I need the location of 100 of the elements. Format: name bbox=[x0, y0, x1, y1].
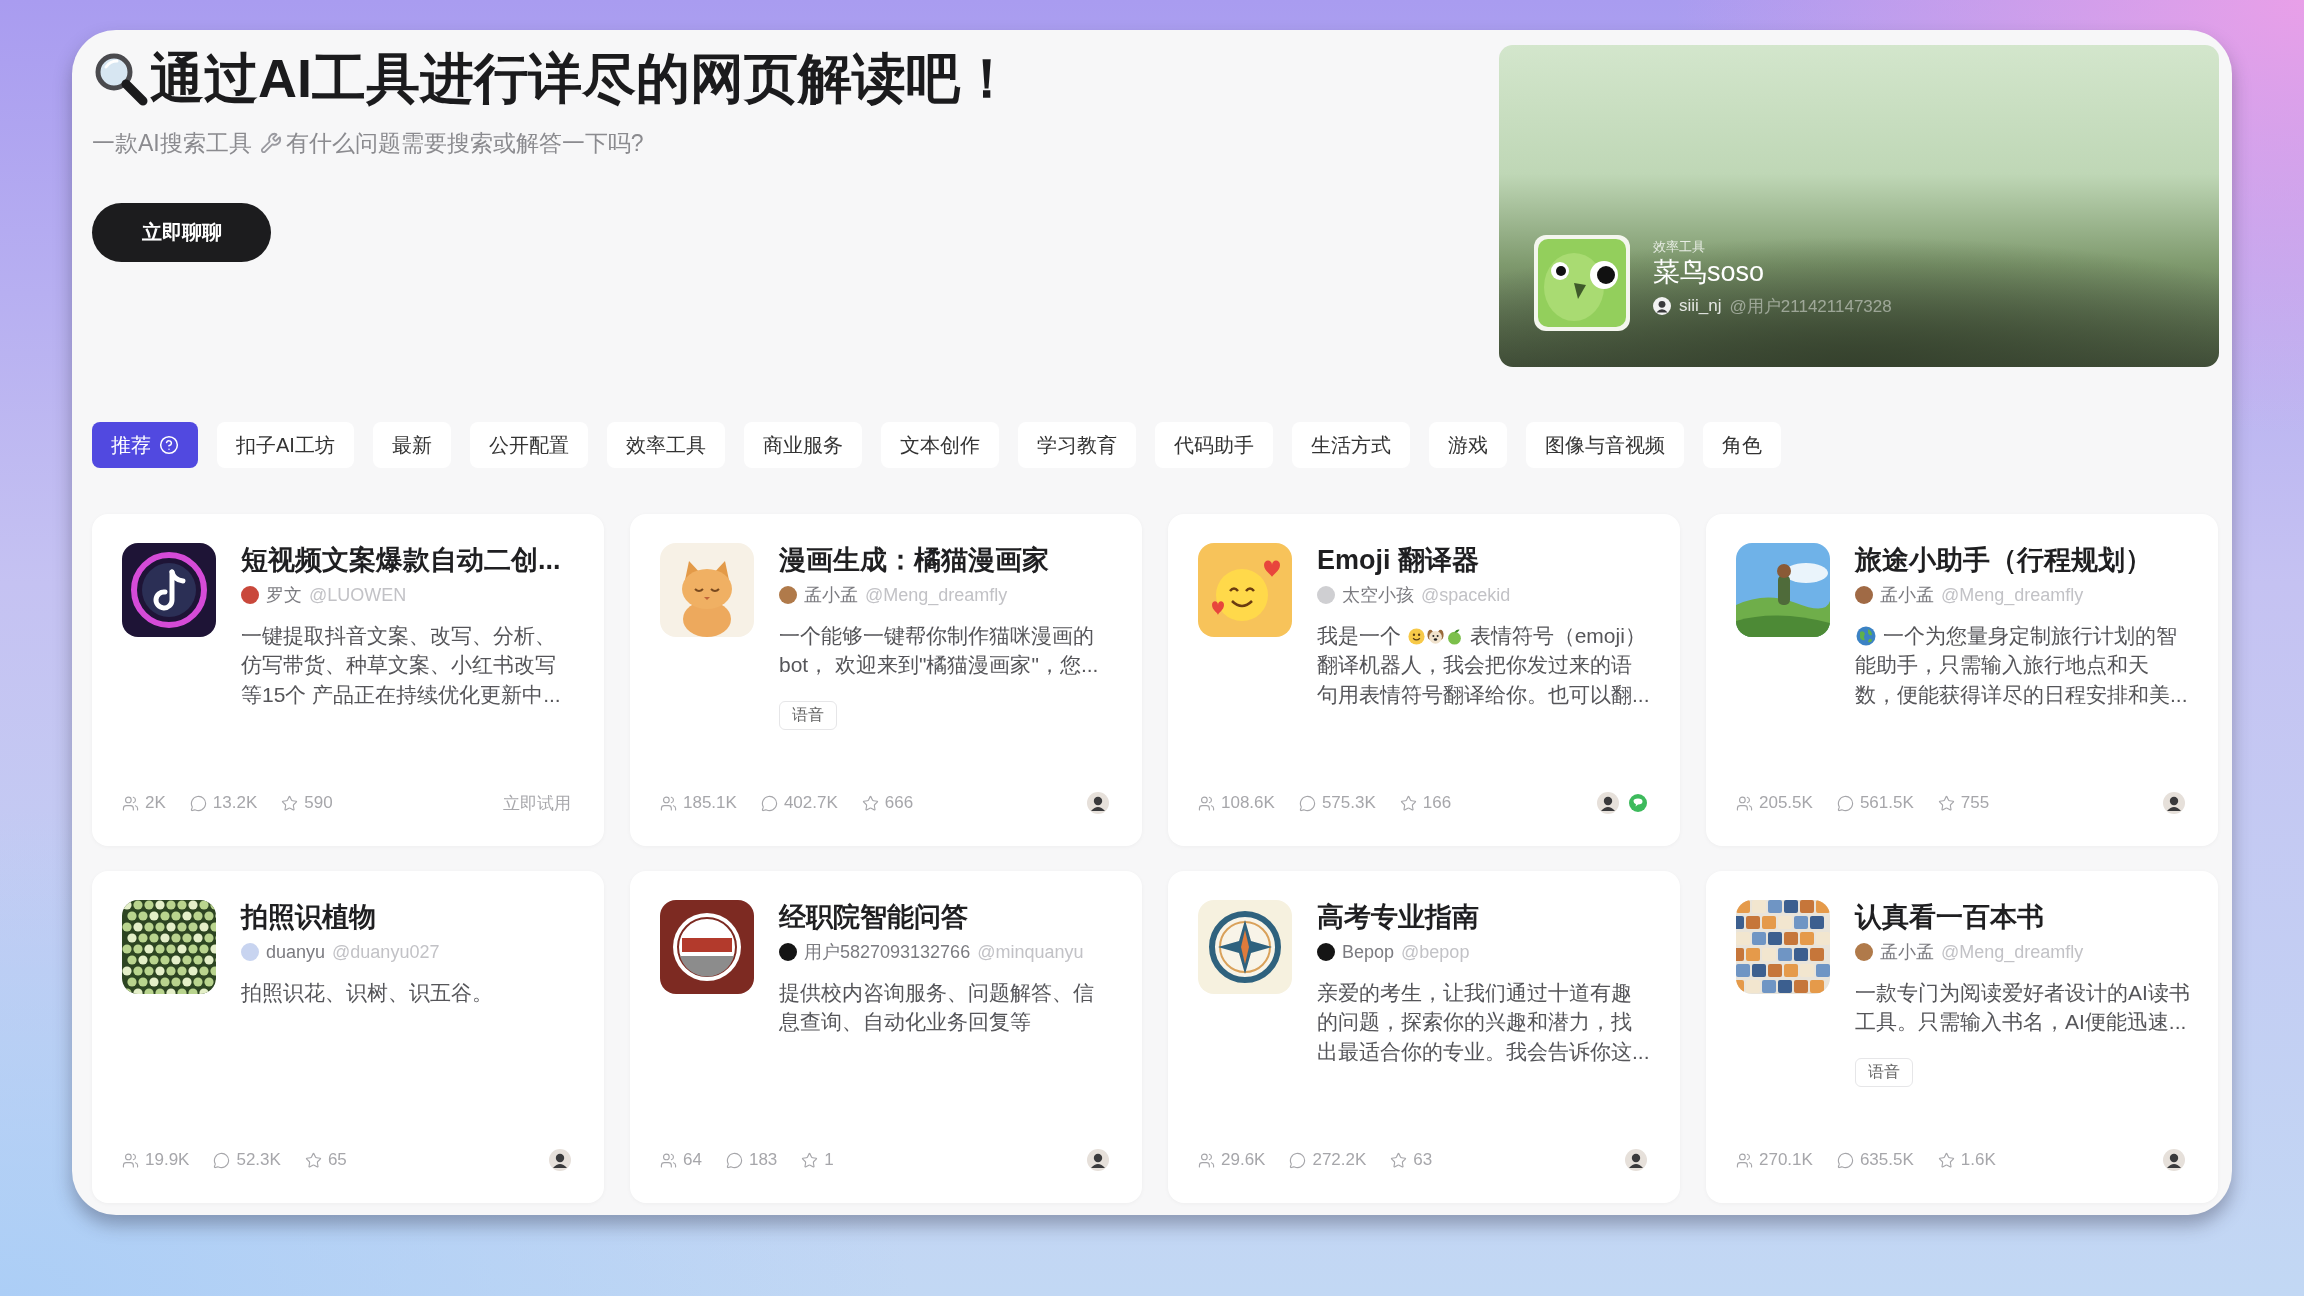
wrench-icon bbox=[259, 132, 282, 154]
user-count: 205.5K bbox=[1759, 793, 1813, 813]
author-name: 罗文 bbox=[266, 584, 302, 607]
star-icon bbox=[1399, 794, 1417, 812]
bot-card[interactable]: 认真看一百本书 孟小孟 @Meng_dreamfly 一款专门为阅读爱好者设计的AI读书工具。只需输入书名，AI便能迅速... 语音 270.1K 635.5K 1.6K bbox=[1706, 871, 2218, 1203]
author-name: 孟小孟 bbox=[1880, 584, 1934, 607]
smiley-icon bbox=[1407, 628, 1425, 645]
bot-card[interactable]: 拍照识植物 duanyu @duanyu027 拍照识花、识树、识五谷。 19.9K 52.3K 65 bbox=[92, 871, 604, 1203]
user-avatar bbox=[2163, 1149, 2185, 1171]
author-name: 孟小孟 bbox=[804, 584, 858, 607]
author-name: siii_nj bbox=[1679, 296, 1722, 316]
chat-icon bbox=[1289, 1151, 1307, 1169]
category-tab[interactable]: 商业服务 bbox=[743, 422, 862, 468]
author-avatar bbox=[1855, 586, 1873, 604]
voice-tag: 语音 bbox=[779, 700, 837, 730]
user-avatar bbox=[1597, 792, 1619, 814]
chat-icon bbox=[760, 794, 778, 812]
card-description: 一个为您量身定制旅行计划的智能助手，只需输入旅行地点和天数，便能获得详尽的日程安排和美... bbox=[1855, 623, 2189, 708]
users-icon bbox=[122, 1151, 139, 1169]
card-description: 亲爱的考生，让我们通过十道有趣的问题，探索你的兴趣和潜力，找出最适合你的专业。我会告诉你这... bbox=[1317, 980, 1651, 1065]
author-name: 太空小孩 bbox=[1342, 584, 1414, 607]
user-count: 185.1K bbox=[683, 793, 737, 813]
author-handle: @spacekid bbox=[1421, 584, 1511, 606]
star-icon bbox=[1937, 794, 1955, 812]
user-avatar bbox=[1625, 1149, 1647, 1171]
author-name: duanyu bbox=[266, 941, 326, 963]
category-tab[interactable]: 游戏 bbox=[1428, 422, 1507, 468]
author-handle: @Meng_dreamfly bbox=[1941, 584, 2084, 606]
author-handle: @minquanyu bbox=[977, 941, 1084, 963]
favorite-count: 666 bbox=[884, 793, 914, 813]
users-icon bbox=[122, 794, 139, 812]
star-icon bbox=[801, 1151, 819, 1169]
author-handle: @bepop bbox=[1401, 941, 1470, 963]
chat-icon bbox=[189, 794, 207, 812]
bot-card[interactable]: 经职院智能问答 用户5827093132766 @minquanyu 提供校内咨询服务、问题解答、信息查询、自动化业务回复等 64 183 1 bbox=[630, 871, 1142, 1203]
card-description: 一键提取抖音文案、改写、分析、仿写带货、种草文案、小红书改写等15个 产品正在持续优化更新中... bbox=[241, 623, 562, 708]
card-description: 一款专门为阅读爱好者设计的AI读书工具。只需输入书名，AI便能迅速... bbox=[1855, 980, 2191, 1036]
chat-icon bbox=[1836, 794, 1854, 812]
star-icon bbox=[281, 794, 299, 812]
user-avatar bbox=[549, 1149, 571, 1171]
featured-banner[interactable]: 效率工具 菜鸟soso siii_nj @用户211421147328 bbox=[1499, 45, 2219, 367]
apple-icon bbox=[1445, 628, 1463, 645]
chat-count: 52.3K bbox=[236, 1150, 281, 1170]
chat-count: 272.2K bbox=[1312, 1150, 1367, 1170]
bot-card[interactable]: 旅途小助手（行程规划） 孟小孟 @Meng_dreamfly 一个为您量身定制旅行计划的智能助手，只需输入旅行地点和天数，便能获得详尽的日程安排和美... 205.5K 561.5K 755 bbox=[1706, 514, 2218, 846]
users-icon bbox=[1736, 794, 1753, 812]
category-tab[interactable]: 最新 bbox=[372, 422, 451, 468]
category-tab[interactable]: 扣子AI工坊 bbox=[217, 422, 354, 468]
bot-card[interactable]: 短视频文案爆款自动二创... 罗文 @LUOWEN 一键提取抖音文案、改写、分析、仿写带货、种草文案、小红书改写等15个 产品正在持续优化更新中... 2K 13.2K 590 立即试用 bbox=[92, 514, 604, 846]
star-icon bbox=[1390, 1151, 1408, 1169]
bot-title: 漫画生成：橘猫漫画家 bbox=[779, 544, 1049, 577]
users-icon bbox=[660, 794, 677, 812]
favorite-count: 65 bbox=[327, 1150, 347, 1170]
user-count: 29.6K bbox=[1221, 1150, 1266, 1170]
bot-card[interactable]: 高考专业指南 Bepop @bepop 亲爱的考生，让我们通过十道有趣的问题，探索你的兴趣和潜力，找出最适合你的专业。我会告诉你这... 29.6K 272.2K 63 bbox=[1168, 871, 1680, 1203]
favorite-count: 1.6K bbox=[1960, 1150, 1996, 1170]
users-icon bbox=[1198, 1151, 1215, 1169]
bot-card[interactable]: Emoji 翻译器 太空小孩 @spacekid 我是一个 表情符号（emoji）翻译机器人，我会把你发过来的语句用表情符号翻译给你。也可以翻... 108.6K 575.3K 166 bbox=[1168, 514, 1680, 846]
chat-now-button[interactable]: 立即聊聊 bbox=[92, 203, 271, 262]
favorite-count: 590 bbox=[304, 793, 333, 813]
category-tab[interactable]: 角色 bbox=[1702, 422, 1781, 468]
card-description: 我是一个 表情符号（emoji）翻译机器人，我会把你发过来的语句用表情符号翻译给你。也可以翻... bbox=[1317, 623, 1651, 708]
category-tab[interactable]: 公开配置 bbox=[469, 422, 588, 468]
chat-icon bbox=[1836, 1151, 1854, 1169]
favorite-count: 63 bbox=[1413, 1150, 1433, 1170]
category-tab[interactable]: 代码助手 bbox=[1154, 422, 1273, 468]
chat-count: 183 bbox=[748, 1150, 778, 1170]
users-icon bbox=[1736, 1151, 1753, 1169]
user-count: 108.6K bbox=[1221, 793, 1275, 813]
category-tab[interactable]: 学习教育 bbox=[1017, 422, 1136, 468]
author-avatar bbox=[241, 943, 259, 961]
globe-icon bbox=[1856, 626, 1876, 646]
author-avatar bbox=[779, 586, 797, 604]
author-avatar bbox=[779, 943, 797, 961]
bot-card[interactable]: 漫画生成：橘猫漫画家 孟小孟 @Meng_dreamfly 一个能够一键帮你制作猫咪漫画的bot， 欢迎来到"橘猫漫画家"，您... 语音 185.1K 402.7K 666 bbox=[630, 514, 1142, 846]
category-tab[interactable]: 效率工具 bbox=[606, 422, 725, 468]
user-count: 19.9K bbox=[145, 1150, 190, 1170]
category-tab[interactable]: 推荐 bbox=[92, 422, 198, 468]
author-name: Bepop bbox=[1342, 941, 1395, 963]
bot-title: 认真看一百本书 bbox=[1855, 901, 2044, 934]
category-tab[interactable]: 文本创作 bbox=[880, 422, 999, 468]
bot-title: Emoji 翻译器 bbox=[1317, 544, 1479, 577]
chat-count: 635.5K bbox=[1859, 1150, 1914, 1170]
chat-icon bbox=[213, 1151, 231, 1169]
user-count: 2K bbox=[145, 793, 166, 813]
bot-title: 高考专业指南 bbox=[1317, 901, 1479, 934]
chat-count: 13.2K bbox=[212, 793, 258, 813]
bot-title: 短视频文案爆款自动二创... bbox=[241, 544, 561, 577]
category-tab[interactable]: 生活方式 bbox=[1291, 422, 1410, 468]
chat-count: 561.5K bbox=[1859, 793, 1914, 813]
author-avatar bbox=[1653, 297, 1671, 315]
star-icon bbox=[304, 1151, 322, 1169]
page-title: 通过AI工具进行详尽的网页解读吧！ bbox=[150, 47, 1014, 110]
author-avatar bbox=[1317, 586, 1335, 604]
users-icon bbox=[1198, 794, 1215, 812]
category-tab[interactable]: 图像与音视频 bbox=[1525, 422, 1684, 468]
voice-tag: 语音 bbox=[1855, 1057, 1913, 1087]
author-avatar bbox=[1317, 943, 1335, 961]
chat-count: 575.3K bbox=[1321, 793, 1376, 813]
user-avatar bbox=[1087, 792, 1109, 814]
